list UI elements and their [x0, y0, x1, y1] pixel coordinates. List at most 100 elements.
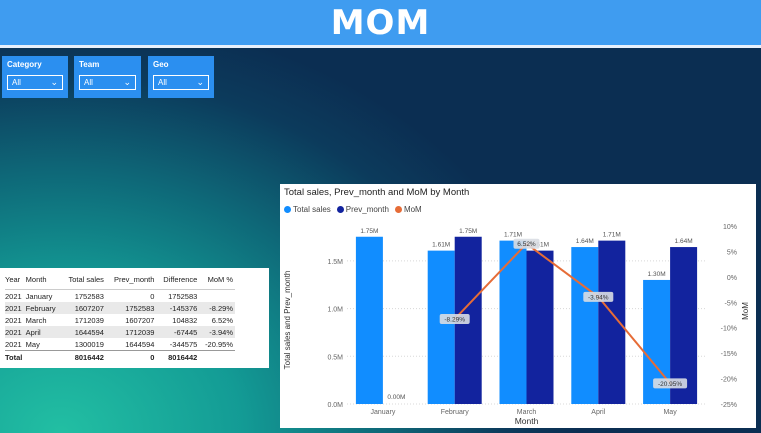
table-cell: 6.52% — [211, 315, 233, 325]
data-label: 1.71M — [603, 232, 621, 239]
mom-line — [453, 242, 671, 385]
table-total-row: Total 8016442 0 8016442 — [5, 350, 235, 364]
slicer-label: Geo — [153, 60, 169, 69]
y2-axis-title: MoM — [741, 302, 750, 320]
dropdown-value: All — [84, 78, 93, 87]
table-cell: 1300019 — [74, 339, 104, 349]
data-label: 1.75M — [459, 228, 477, 235]
table-cell: -344575 — [169, 339, 198, 349]
data-label: 1.71M — [504, 232, 522, 239]
table-row[interactable]: 2021 May 1300019 1644594 -344575 -20.95% — [5, 338, 235, 351]
y2-tick-label: -25% — [721, 402, 737, 409]
y2-tick-label: 0% — [727, 275, 737, 282]
y2-tick-label: -5% — [725, 300, 737, 307]
data-label: 0.00M — [387, 394, 405, 401]
table-cell: January — [25, 291, 53, 301]
bar-total-sales — [427, 250, 455, 404]
table-cell — [199, 350, 235, 364]
table-cell: 8016442 — [156, 350, 200, 364]
table-row[interactable]: 2021 March 1712039 1607207 104832 6.52% — [5, 314, 235, 326]
table-cell: 0 — [150, 291, 155, 301]
table-cell: Total — [5, 350, 26, 364]
chevron-down-icon: ⌄ — [123, 77, 131, 87]
bar-total-sales — [499, 240, 527, 404]
table-cell: -8.29% — [199, 302, 235, 314]
page-title: MOM — [330, 2, 431, 43]
table-cell: May — [25, 339, 40, 349]
y2-tick-label: 5% — [727, 249, 737, 256]
slicer-label: Team — [79, 60, 100, 69]
chevron-down-icon: ⌄ — [50, 77, 58, 87]
column-header[interactable]: Prev_month — [105, 273, 157, 290]
table-cell: 2021 — [5, 315, 22, 325]
table-cell: 0 — [105, 350, 157, 364]
x-tick-label: May — [663, 409, 677, 416]
team-dropdown[interactable]: All ⌄ — [79, 75, 136, 90]
table-cell: -3.94% — [199, 326, 235, 338]
geo-dropdown[interactable]: All ⌄ — [153, 75, 209, 90]
table-cell: 1644594 — [61, 326, 106, 338]
y-tick-label: 1.0M — [327, 307, 343, 314]
table-row[interactable]: 2021 April 1644594 1712039 -67445 -3.94% — [5, 326, 235, 338]
y-tick-label: 1.5M — [327, 259, 343, 266]
data-label: 1.64M — [576, 238, 594, 245]
table-header-row: Year Month Total sales Prev_month Differ… — [5, 273, 235, 290]
data-label: -3.94% — [588, 294, 609, 301]
table-cell: March — [25, 315, 47, 325]
y2-tick-label: -15% — [721, 351, 737, 358]
table-cell: 1712039 — [105, 326, 157, 338]
data-label: 1.61M — [432, 242, 450, 249]
column-header[interactable]: Difference — [156, 273, 200, 290]
table-cell: -145376 — [156, 302, 200, 314]
table-cell: 2021 — [5, 326, 26, 338]
y-tick-label: 0.5M — [327, 354, 343, 361]
slicer-category[interactable]: Category All ⌄ — [2, 56, 68, 98]
table-cell: 104832 — [172, 315, 198, 325]
x-tick-label: March — [517, 409, 537, 416]
table-row[interactable]: 2021 January 1752583 0 1752583 — [5, 290, 235, 303]
y-tick-label: 0.0M — [327, 402, 343, 409]
column-header[interactable]: Month — [25, 273, 62, 290]
column-header[interactable]: MoM % — [199, 273, 235, 290]
table-row[interactable]: 2021 February 1607207 1752583 -145376 -8… — [5, 302, 235, 314]
table-cell: 2021 — [5, 291, 22, 301]
report-header: MOM — [0, 0, 761, 48]
table-cell: 2021 — [5, 339, 22, 349]
chart-plot: 0.0M 0.5M 1.0M 1.5M 10% 5% 0% -5% -10% -15% -20% -2… — [283, 224, 750, 426]
y2-tick-label: 10% — [723, 224, 737, 231]
data-label: -20.95% — [658, 381, 682, 388]
category-dropdown[interactable]: All ⌄ — [7, 75, 63, 90]
table-cell: 8016442 — [61, 350, 106, 364]
y2-tick-label: -10% — [721, 326, 737, 333]
table-cell: -67445 — [156, 326, 200, 338]
bar-total-sales — [355, 236, 383, 404]
table-cell — [25, 350, 62, 364]
y-axis-title: Total sales and Prev_month — [283, 271, 292, 370]
slicer-team[interactable]: Team All ⌄ — [74, 56, 141, 98]
column-header[interactable]: Total sales — [61, 273, 106, 290]
x-tick-label: February — [441, 409, 470, 416]
x-axis-title: Month — [515, 416, 539, 426]
chevron-down-icon: ⌄ — [196, 77, 204, 87]
table-cell: 1752583 — [105, 302, 157, 314]
table-cell: 1644594 — [125, 339, 155, 349]
table-cell: April — [25, 326, 62, 338]
sales-table[interactable]: Year Month Total sales Prev_month Differ… — [0, 268, 269, 368]
column-header[interactable]: Year — [5, 273, 26, 290]
bar-prev-month — [526, 250, 554, 404]
bar-total-sales — [571, 247, 599, 404]
dropdown-value: All — [158, 78, 167, 87]
data-label: 1.30M — [648, 271, 666, 278]
table-cell: 1752583 — [168, 291, 198, 301]
dropdown-value: All — [12, 78, 21, 87]
bar-prev-month — [598, 240, 626, 404]
table-cell: 2021 — [5, 302, 26, 314]
table-cell: February — [25, 302, 62, 314]
slicer-label: Category — [7, 60, 42, 69]
combo-chart-card[interactable]: Total sales, Prev_month and MoM by Month… — [280, 184, 756, 428]
table-cell: -20.95% — [205, 339, 233, 349]
table-cell — [199, 290, 235, 303]
table-cell: 1607207 — [61, 302, 106, 314]
slicer-geo[interactable]: Geo All ⌄ — [148, 56, 214, 98]
table-cell: 1752583 — [74, 291, 104, 301]
